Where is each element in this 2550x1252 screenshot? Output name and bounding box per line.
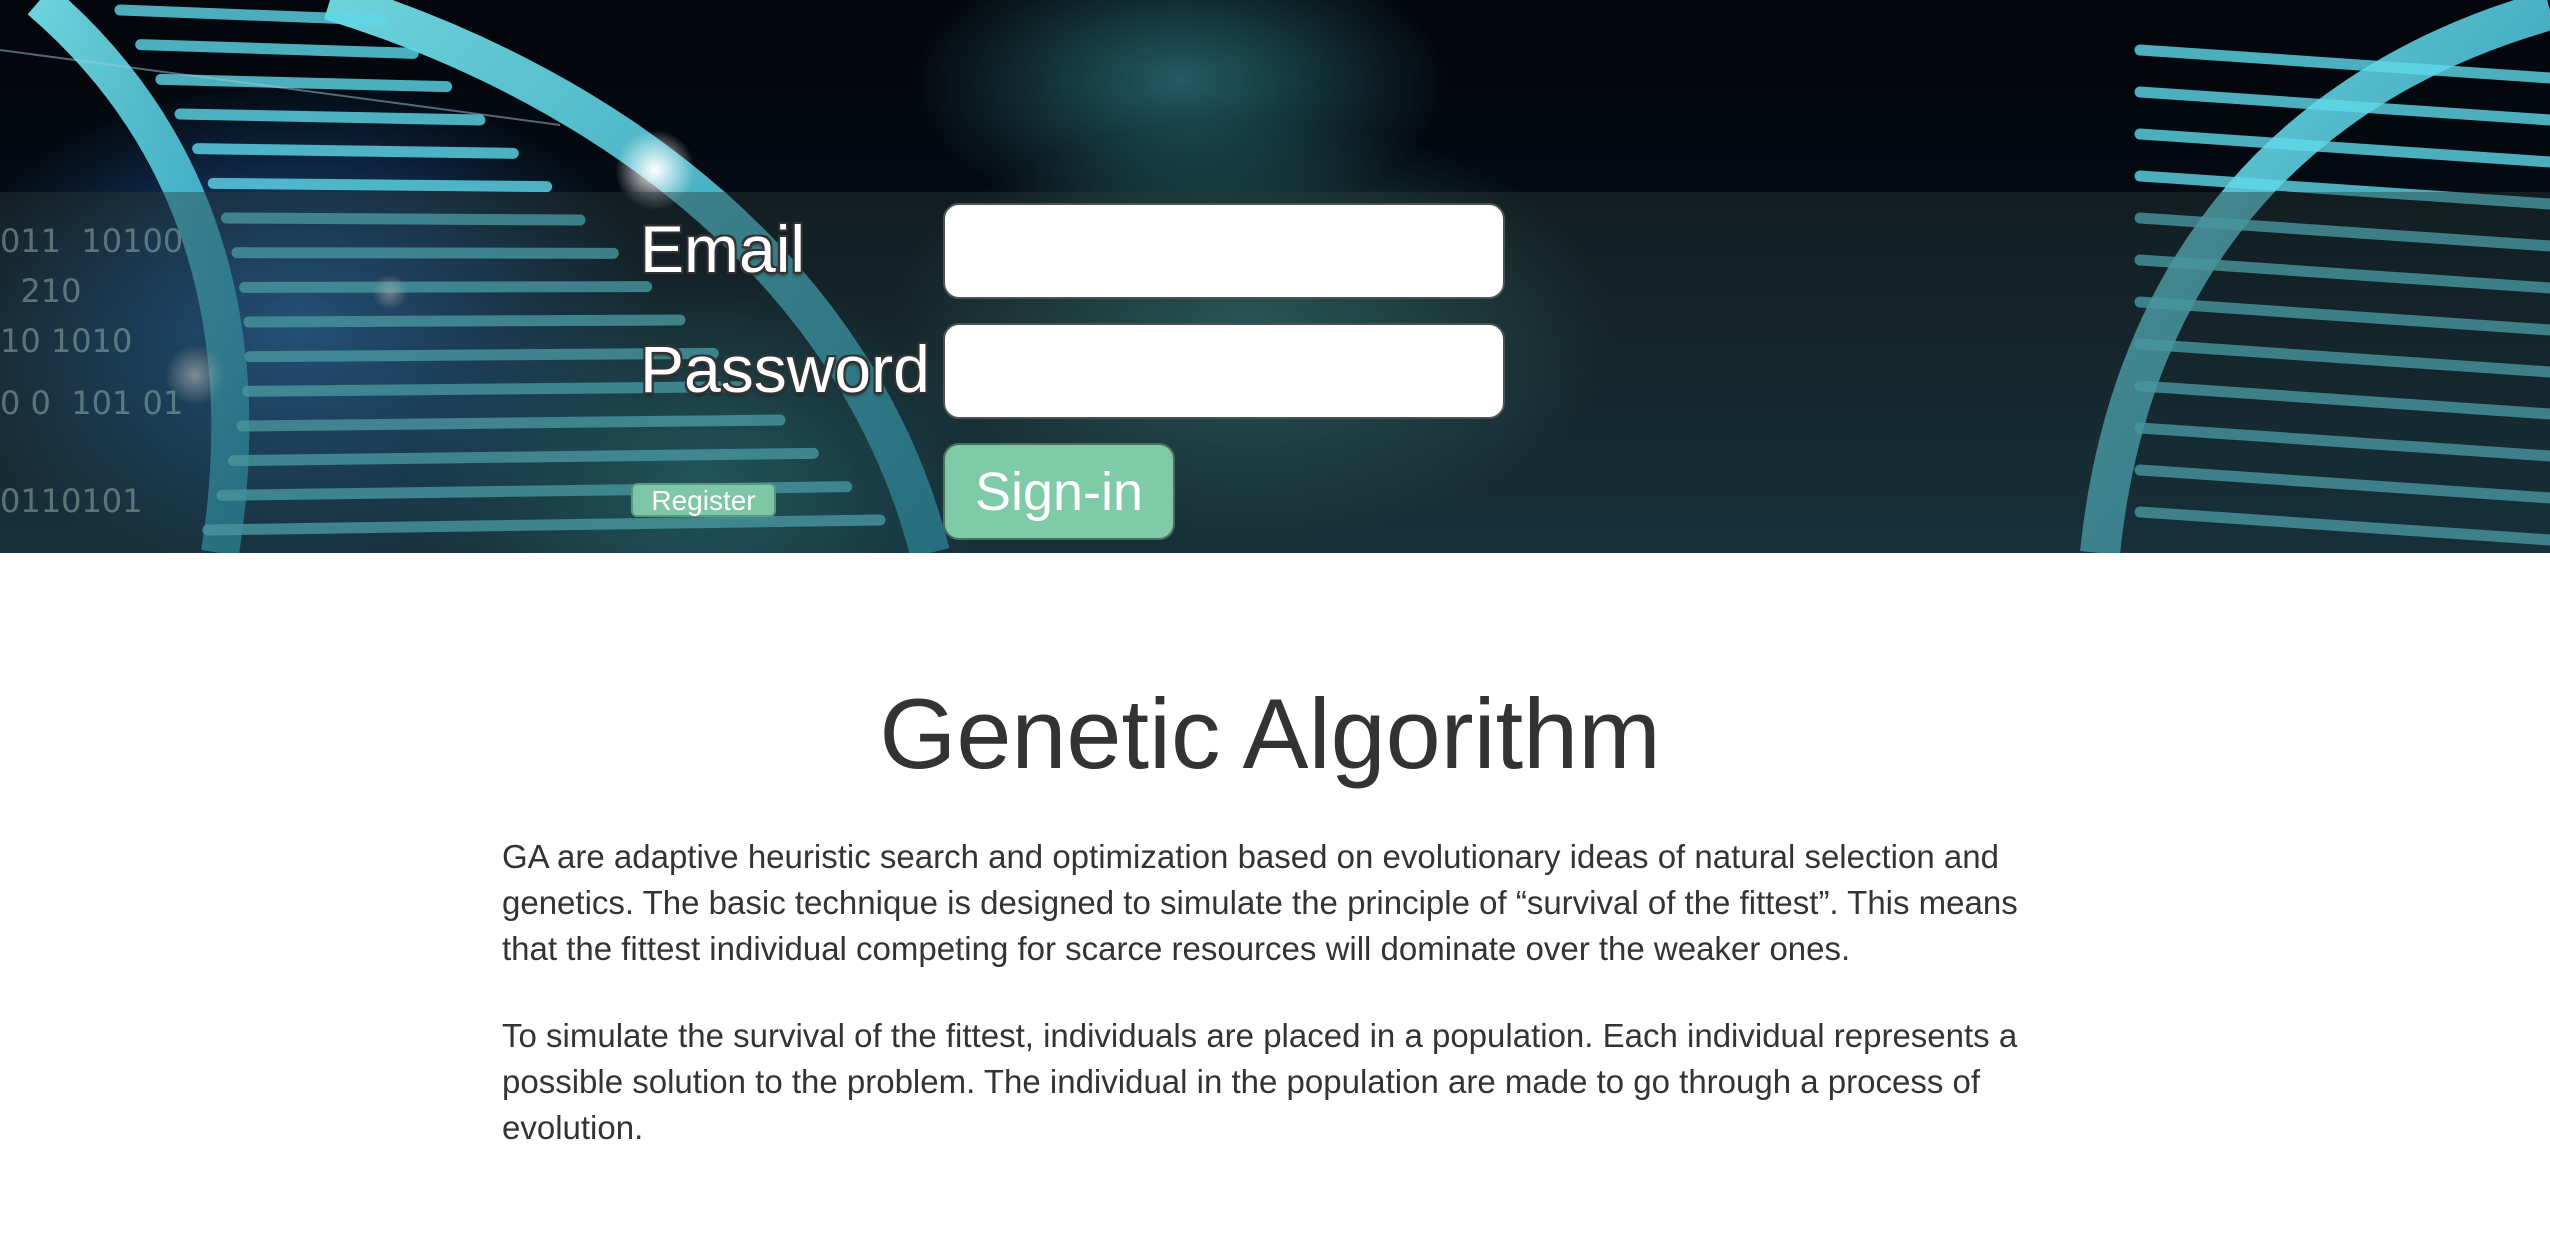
- dna-rung: [2134, 128, 2550, 168]
- register-button[interactable]: Register: [631, 483, 776, 517]
- dna-rung: [207, 177, 553, 193]
- password-label: Password: [640, 332, 930, 406]
- intro-paragraph: GA are adaptive heuristic search and opt…: [502, 838, 2018, 967]
- email-field[interactable]: [943, 203, 1505, 299]
- password-field[interactable]: [943, 323, 1505, 419]
- dna-rung: [155, 73, 453, 93]
- sign-in-button[interactable]: Sign-in: [943, 443, 1175, 540]
- dna-rung: [135, 39, 419, 59]
- dna-rung: [192, 143, 519, 159]
- hero-banner: 011 10100 210 10 1010 0 0 101 01 0110101…: [0, 0, 2550, 553]
- email-label: Email: [640, 212, 806, 286]
- page-title: Genetic Algorithm: [879, 678, 1661, 789]
- dna-rung: [174, 108, 486, 126]
- dna-rung: [2134, 44, 2550, 84]
- simulation-paragraph: To simulate the survival of the fittest,…: [502, 1017, 2018, 1146]
